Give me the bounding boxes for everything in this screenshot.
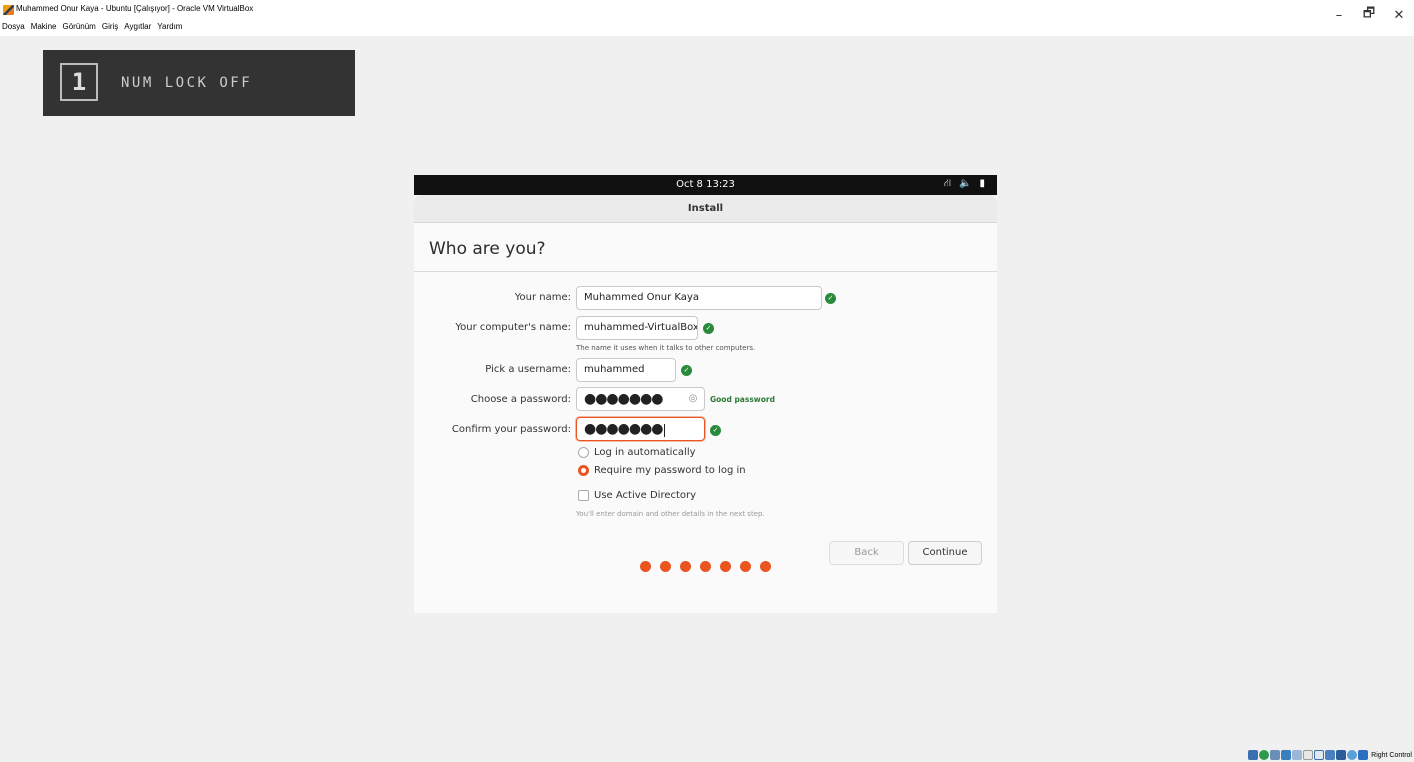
password-strength: Good password: [710, 395, 775, 404]
active-directory-label: Use Active Directory: [594, 490, 697, 501]
numlock-status: NUM LOCK OFF: [121, 75, 253, 91]
confirm-password-label: Confirm your password:: [451, 424, 571, 435]
username-valid-icon: ✓: [681, 365, 692, 376]
menu-gorunum[interactable]: Görünüm: [62, 22, 95, 36]
name-input[interactable]: Muhammed Onur Kaya: [576, 286, 822, 310]
network-icon: ⛙: [944, 178, 952, 189]
computer-name-label: Your computer's name:: [455, 322, 571, 333]
keyboard-capture-icon[interactable]: [1358, 750, 1369, 760]
name-valid-icon: ✓: [825, 293, 836, 304]
confirm-password-valid-icon: ✓: [710, 425, 721, 436]
auto-login-radio[interactable]: [578, 447, 589, 458]
progress-dot: [680, 561, 691, 572]
continue-button[interactable]: Continue: [908, 541, 982, 565]
title-divider: [414, 271, 997, 272]
progress-dot: [740, 561, 751, 572]
active-directory-hint: You'll enter domain and other details in…: [576, 510, 765, 518]
host-key-label: Right Control: [1371, 751, 1412, 759]
menu-aygitlar[interactable]: Aygıtlar: [124, 22, 151, 36]
gnome-topbar: Oct 8 13:23 ⛙ 🔈 ▮: [414, 175, 997, 195]
username-input[interactable]: muhammed: [576, 358, 676, 382]
username-label: Pick a username:: [485, 364, 571, 375]
back-button[interactable]: Back: [829, 541, 904, 565]
username-input-value: muhammed: [584, 364, 645, 375]
require-password-option[interactable]: Require my password to log in: [578, 465, 746, 476]
cpu-icon[interactable]: [1336, 750, 1347, 760]
progress-dot: [720, 561, 731, 572]
active-directory-checkbox[interactable]: [578, 490, 589, 501]
menu-dosya[interactable]: Dosya: [2, 22, 25, 36]
active-directory-option[interactable]: Use Active Directory: [578, 490, 696, 501]
network-adapter-icon[interactable]: [1281, 750, 1292, 760]
password-label: Choose a password:: [470, 394, 571, 405]
window-titlebar: Muhammed Onur Kaya - Ubuntu [Çalışıyor] …: [0, 0, 1414, 22]
shared-folders-icon[interactable]: [1303, 750, 1314, 760]
clock[interactable]: Oct 8 13:23: [414, 179, 997, 190]
require-password-radio[interactable]: [578, 465, 589, 476]
computer-name-input-value: muhammed-VirtualBox: [584, 322, 698, 333]
auto-login-label: Log in automatically: [594, 447, 696, 458]
password-input-value: ●●●●●●●: [584, 391, 664, 407]
menu-yardim[interactable]: Yardım: [157, 22, 182, 36]
auto-login-option[interactable]: Log in automatically: [578, 447, 696, 458]
numlock-key-icon: 1: [60, 63, 98, 101]
optical-drive-icon[interactable]: [1259, 750, 1270, 760]
window-title: Muhammed Onur Kaya - Ubuntu [Çalışıyor] …: [16, 4, 254, 13]
numlock-overlay: 1 NUM LOCK OFF: [43, 50, 355, 116]
progress-dot: [660, 561, 671, 572]
computer-name-hint: The name it uses when it talks to other …: [576, 344, 756, 352]
install-progress: [640, 561, 771, 572]
battery-icon: ▮: [979, 178, 985, 189]
computer-name-valid-icon: ✓: [703, 323, 714, 334]
virtualbox-icon: [3, 5, 14, 15]
name-label: Your name:: [514, 292, 571, 303]
text-caret: [663, 423, 665, 437]
display-icon[interactable]: [1314, 750, 1325, 760]
confirm-password-input[interactable]: ●●●●●●●: [576, 417, 705, 441]
require-password-label: Require my password to log in: [594, 465, 746, 476]
mouse-integration-icon[interactable]: [1347, 750, 1358, 760]
show-password-icon[interactable]: ◎: [687, 393, 699, 405]
confirm-password-input-value: ●●●●●●●: [584, 421, 664, 437]
name-input-value: Muhammed Onur Kaya: [584, 292, 699, 303]
audio-icon[interactable]: [1270, 750, 1281, 760]
hard-disk-icon[interactable]: [1248, 750, 1259, 760]
password-input[interactable]: ●●●●●●● ◎: [576, 387, 705, 411]
recording-icon[interactable]: [1325, 750, 1336, 760]
guest-screen: Oct 8 13:23 ⛙ 🔈 ▮ Install Who are you? Y…: [414, 175, 997, 613]
progress-dot: [640, 561, 651, 572]
volume-icon: 🔈: [959, 178, 972, 189]
menubar: Dosya Makine Görünüm Giriş Aygıtlar Yard…: [0, 22, 1414, 36]
progress-dot: [700, 561, 711, 572]
page-title: Who are you?: [429, 239, 546, 259]
installer-content: Who are you? Your name: Muhammed Onur Ka…: [414, 223, 997, 613]
progress-dot: [760, 561, 771, 572]
computer-name-input[interactable]: muhammed-VirtualBox: [576, 316, 698, 340]
menu-makine[interactable]: Makine: [31, 22, 57, 36]
installer-header: Install: [414, 195, 997, 223]
system-tray[interactable]: ⛙ 🔈 ▮: [944, 178, 985, 191]
usb-icon[interactable]: [1292, 750, 1303, 760]
menu-giris[interactable]: Giriş: [102, 22, 118, 36]
vm-statusbar: Right Control: [1248, 749, 1412, 761]
